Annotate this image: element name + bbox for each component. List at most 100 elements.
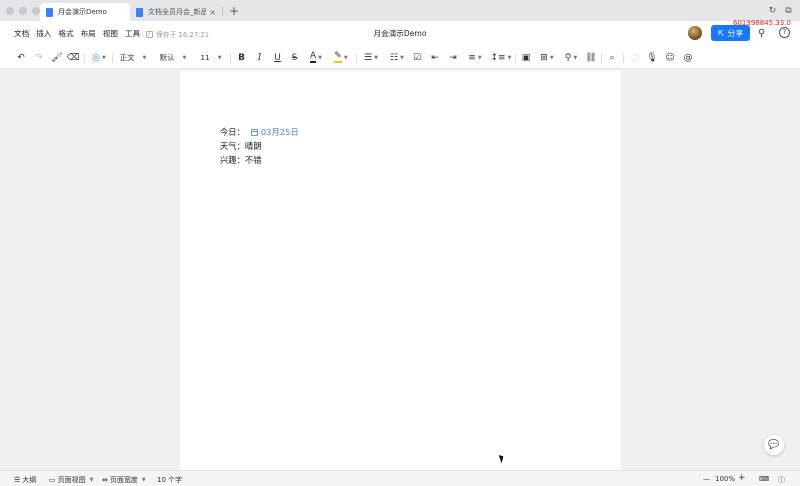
font-size-select[interactable]: 11 ▼ (198, 51, 224, 64)
zoom-level[interactable]: 100% (715, 475, 735, 483)
toolbar-divider (623, 53, 624, 63)
undo-icon[interactable]: ↶ (15, 51, 27, 64)
font-family-value: 默认 (159, 53, 175, 62)
emoji-icon[interactable]: ☺ (664, 51, 676, 64)
toolbar-divider (601, 53, 602, 63)
keyboard-icon[interactable]: ⌨ (759, 475, 769, 483)
debug-overlay-text: 601998845.33.0 (733, 19, 791, 27)
image-icon[interactable]: ▣ (520, 51, 532, 64)
font-size-value: 11 (200, 53, 210, 62)
save-status-text: 保存于 16:27:21 (156, 31, 210, 39)
checklist-icon[interactable]: ☑ (411, 51, 423, 64)
find-replace-icon[interactable]: ⌕ (606, 51, 618, 64)
highlight-icon[interactable]: ✎ ▼ (330, 51, 352, 64)
chat-icon: 💬 (768, 440, 780, 450)
document-title[interactable]: 月会演示Demo (360, 28, 440, 39)
table-icon[interactable]: ⊞ ▼ (537, 51, 557, 64)
link-icon[interactable]: ⛓ (585, 51, 597, 64)
outline-toggle[interactable]: ☰ 大纲 (14, 475, 36, 485)
menu-format[interactable]: 格式 (58, 28, 73, 39)
menu-insert[interactable]: 插入 (36, 28, 51, 39)
toolbar-divider (515, 53, 516, 63)
content-line-date[interactable]: 今日： 03月25日 (220, 126, 299, 138)
doc-icon (46, 7, 53, 17)
menu-file[interactable]: 文档 (14, 28, 29, 39)
window-restore-icon[interactable]: ⧉ (783, 5, 794, 16)
tab-label: 月会演示Demo (58, 8, 107, 16)
paragraph-style-select[interactable]: 正文 ▼ (118, 51, 148, 64)
presentation-icon[interactable]: ⚲ (758, 28, 765, 39)
redo-icon[interactable]: ↷ (33, 51, 45, 64)
tab-doc-inactive[interactable]: 文档全员月会_新品 × (130, 3, 222, 21)
bold-icon[interactable]: B (236, 51, 247, 64)
page-width-select[interactable]: ⇹ 页面宽度 ▼ (102, 475, 146, 485)
window-controls (6, 7, 40, 15)
toolbar-divider (230, 53, 231, 63)
date-label: 今日： (220, 127, 245, 137)
content-line-weather[interactable]: 天气：晴朗 (220, 140, 262, 152)
line-spacing-icon[interactable]: ↕≡ ▼ (490, 51, 512, 64)
format-toolbar: ↶ ↷ 🖌 ⌫ ◎ ▼ 正文 ▼ 默认 ▼ 11 ▼ B I U S A ▼ ✎ ▼ ☰ ▼ … (0, 46, 800, 69)
paragraph-style-value: 正文 (119, 53, 135, 62)
numbered-list-icon[interactable]: ☷ ▼ (387, 51, 407, 64)
format-painter-icon[interactable]: 🖌 (51, 51, 63, 64)
menu-tools[interactable]: 工具 (125, 28, 140, 39)
date-value: 03月25日 (260, 127, 299, 137)
close-tab-icon[interactable]: × (209, 8, 216, 17)
word-count: 10 个字 (157, 476, 183, 484)
menu-view[interactable]: 视图 (103, 28, 118, 39)
zoom-in-button[interactable]: + (738, 473, 746, 483)
toolbar-divider (112, 53, 113, 63)
toolbar-divider (356, 53, 357, 63)
maximize-window-button[interactable] (32, 7, 40, 15)
content-line-interest[interactable]: 兴趣：不错 (220, 154, 262, 166)
page-width-icon: ⇹ (102, 476, 108, 484)
tab-doc-active[interactable]: 月会演示Demo (40, 3, 130, 21)
decrease-indent-icon[interactable]: ⇤ (429, 51, 441, 64)
date-chip[interactable]: 03月25日 (250, 126, 299, 138)
attachment-icon[interactable]: ⚲ ▼ (561, 51, 581, 64)
share-button[interactable]: ⇱ 分享 (711, 25, 750, 41)
close-window-button[interactable] (6, 7, 14, 15)
tab-divider (222, 7, 223, 16)
share-label: 分享 (727, 28, 744, 38)
italic-icon[interactable]: I (254, 51, 265, 64)
page-view-icon: ▭ (49, 476, 56, 484)
font-color-icon[interactable]: A ▼ (306, 51, 326, 64)
menu-bar: 文档 插入 格式 布局 视图 工具 ✓ 保存于 16:27:21 月会演示Dem… (0, 21, 800, 46)
main-menu: 文档 插入 格式 布局 视图 工具 (14, 28, 140, 39)
tab-label: 文档全员月会_新品 (148, 8, 207, 16)
insert-menu-icon[interactable]: ◎ ▼ (89, 51, 109, 64)
refresh-icon[interactable]: ↻ (767, 5, 778, 16)
bullet-list-icon[interactable]: ☰ ▼ (361, 51, 381, 64)
share-icon: ⇱ (717, 28, 725, 38)
title-bar: 月会演示Demo 文档全员月会_新品 × + ↻ ⧉ (0, 0, 800, 21)
cloud-saved-icon: ✓ (146, 30, 153, 38)
increase-indent-icon[interactable]: ⇥ (447, 51, 459, 64)
outline-label: 大纲 (22, 476, 37, 484)
help-icon[interactable]: ? (779, 27, 790, 38)
strikethrough-icon[interactable]: S (289, 51, 300, 64)
mention-icon[interactable]: @ (682, 51, 694, 64)
page-width-label: 页面宽度 (109, 476, 138, 484)
chat-bubble-button[interactable]: 💬 (764, 435, 784, 455)
microphone-icon[interactable]: 🎙 (646, 51, 658, 64)
page-view-select[interactable]: ▭ 页面视图 ▼ (49, 475, 93, 485)
outline-icon: ☰ (14, 476, 21, 484)
menu-layout[interactable]: 布局 (81, 28, 96, 39)
avatar[interactable] (688, 26, 702, 40)
zoom-out-button[interactable]: — (703, 475, 710, 483)
new-tab-button[interactable]: + (228, 3, 240, 19)
doc-icon (136, 7, 143, 17)
comment-icon[interactable]: ◌ (629, 51, 641, 64)
help-circle-icon[interactable]: ⓘ (778, 475, 785, 485)
toolbar-divider (84, 53, 85, 63)
font-family-select[interactable]: 默认 ▼ (158, 51, 188, 64)
calendar-icon (250, 128, 258, 136)
clear-format-icon[interactable]: ⌫ (67, 51, 80, 64)
save-status: ✓ 保存于 16:27:21 (146, 29, 209, 39)
minimize-window-button[interactable] (19, 7, 27, 15)
underline-icon[interactable]: U (272, 51, 283, 64)
align-icon[interactable]: ≡ ▼ (465, 51, 485, 64)
status-bar: ☰ 大纲 ▭ 页面视图 ▼ ⇹ 页面宽度 ▼ 10 个字 — 100% + ⌨ … (0, 470, 800, 486)
